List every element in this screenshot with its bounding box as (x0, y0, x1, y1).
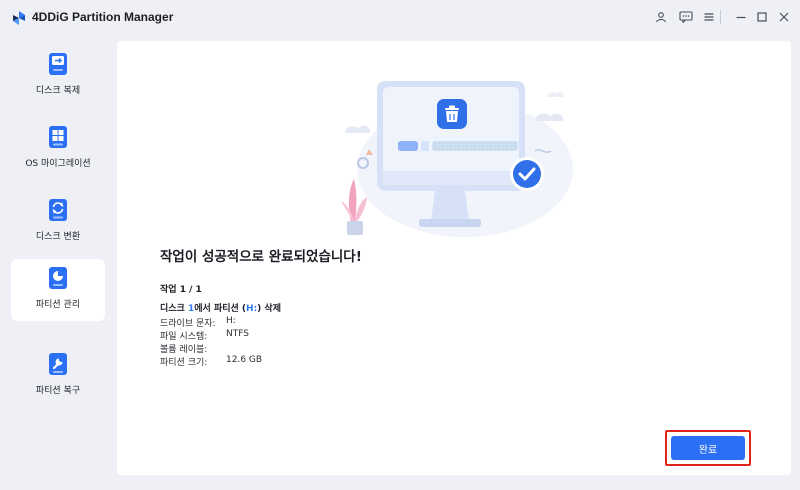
sidebar-item-disk-convert[interactable]: 디스크 변환 (11, 191, 105, 253)
sidebar-item-label: OS 마이그레이션 (25, 159, 91, 169)
close-icon[interactable] (776, 9, 792, 25)
app-title: 4DDiG Partition Manager (32, 10, 174, 24)
feedback-icon[interactable] (678, 9, 694, 25)
titlebar-divider (720, 10, 721, 24)
sidebar-item-label: 디스크 변환 (35, 232, 81, 242)
sidebar-item-label: 파티션 관리 (35, 300, 81, 310)
minimize-icon[interactable] (733, 9, 749, 25)
detail-label: 파티션 크기: (160, 358, 208, 368)
sidebar-item-os-migration[interactable]: OS 마이그레이션 (11, 118, 105, 180)
detail-value: NTFS (226, 329, 249, 339)
done-button[interactable]: 완료 (671, 436, 745, 460)
detail-file-system: 파일 시스템: NTFS (160, 329, 249, 342)
detail-label: 파일 시스템: (160, 332, 208, 342)
sidebar-item-label: 디스크 복제 (35, 86, 81, 96)
success-illustration (341, 81, 573, 237)
disk-clone-icon (49, 53, 67, 75)
detail-label: 드라이브 문자: (160, 319, 216, 329)
os-migration-icon (49, 126, 67, 148)
detail-volume-label: 볼륨 레이블: (160, 342, 207, 355)
operation-middle: 에서 파티션 ( (194, 304, 247, 314)
main-panel: 작업이 성공적으로 완료되었습니다! 작업 1 / 1 디스크 1에서 파티션 … (117, 41, 791, 475)
menu-icon[interactable] (701, 9, 717, 25)
operation-suffix: ) 삭제 (257, 304, 281, 314)
sidebar-item-label: 파티션 복구 (35, 386, 81, 396)
title-bar: 4DDiG Partition Manager (0, 0, 800, 34)
sidebar-item-partition-manage[interactable]: 파티션 관리 (11, 259, 105, 321)
task-count: 작업 1 / 1 (160, 285, 202, 295)
sidebar: 디스크 복제 OS 마이그레이션 디스크 변환 파티션 관리 파티션 복구 (0, 34, 116, 490)
app-logo-icon (13, 11, 25, 25)
user-icon[interactable] (653, 9, 669, 25)
operation-summary: 디스크 1에서 파티션 (H:) 삭제 (160, 301, 281, 314)
detail-value: H: (226, 316, 236, 326)
disk-convert-icon (49, 199, 67, 221)
detail-label: 볼륨 레이블: (160, 345, 208, 355)
sidebar-item-partition-recovery[interactable]: 파티션 복구 (11, 345, 105, 407)
maximize-icon[interactable] (754, 9, 770, 25)
detail-drive-letter: 드라이브 문자: H: (160, 316, 236, 329)
operation-prefix: 디스크 (160, 304, 188, 314)
drive-letter: H: (246, 304, 258, 314)
sidebar-item-disk-clone[interactable]: 디스크 복제 (11, 45, 105, 107)
detail-partition-size: 파티션 크기: 12.6 GB (160, 355, 262, 368)
partition-recovery-icon (49, 353, 67, 375)
success-title: 작업이 성공적으로 완료되었습니다! (160, 249, 362, 265)
detail-value: 12.6 GB (226, 355, 263, 365)
partition-manage-icon (49, 267, 67, 289)
